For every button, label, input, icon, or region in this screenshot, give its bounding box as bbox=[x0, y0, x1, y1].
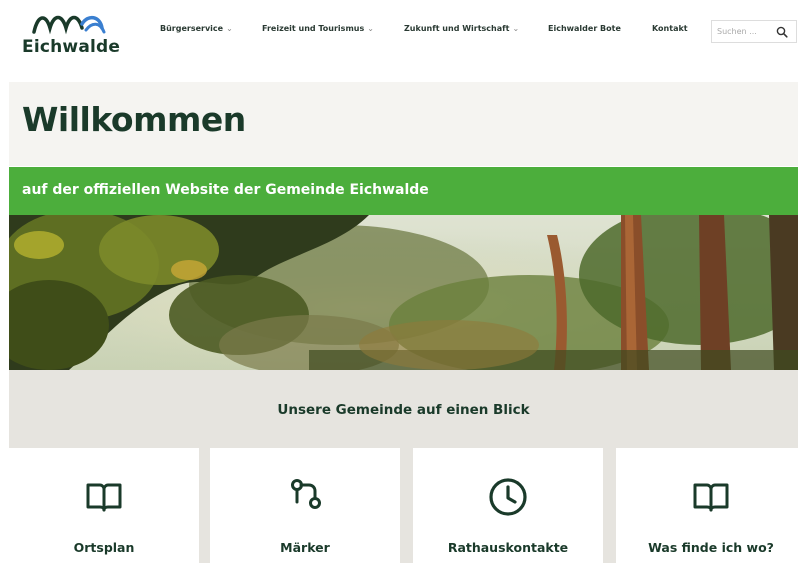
site-header: Eichwalde Bürgerservice ⌄ Freizeit und To… bbox=[0, 0, 798, 80]
card-rathauskontakte[interactable]: Rathauskontakte bbox=[413, 448, 603, 563]
card-ortsplan[interactable]: Ortsplan bbox=[9, 448, 199, 563]
search-icon[interactable] bbox=[776, 26, 788, 38]
nav-item-kontakt[interactable]: Kontakt bbox=[652, 24, 688, 33]
clock-icon bbox=[413, 476, 603, 516]
open-book-icon bbox=[616, 476, 798, 516]
search-input[interactable] bbox=[717, 24, 775, 39]
card-label: Märker bbox=[280, 540, 330, 555]
welcome-panel: Willkommen bbox=[9, 82, 798, 166]
nav-item-freizeit-tourismus[interactable]: Freizeit und Tourismus ⌄ bbox=[262, 24, 374, 33]
site-logo[interactable]: Eichwalde bbox=[18, 8, 128, 58]
nav-label: Eichwalder Bote bbox=[548, 24, 621, 33]
card-label: Was finde ich wo? bbox=[648, 540, 774, 555]
glance-section: Unsere Gemeinde auf einen Blick bbox=[9, 370, 798, 448]
route-pin-icon bbox=[210, 476, 400, 516]
logo-text: Eichwalde bbox=[22, 37, 121, 57]
open-book-icon bbox=[9, 476, 199, 516]
card-maerker[interactable]: Märker bbox=[210, 448, 400, 563]
search-box bbox=[711, 20, 797, 43]
nav-label: Kontakt bbox=[652, 24, 688, 33]
quicklinks-grid: Ortsplan Märker Rathauskontakte Was find… bbox=[9, 448, 798, 563]
chevron-down-icon: ⌄ bbox=[512, 24, 520, 33]
nav-item-buergerservice[interactable]: Bürgerservice ⌄ bbox=[160, 24, 233, 33]
chevron-down-icon: ⌄ bbox=[226, 24, 233, 33]
page-title: Willkommen bbox=[22, 100, 246, 139]
card-was-finde-ich-wo[interactable]: Was finde ich wo? bbox=[616, 448, 798, 563]
nav-item-zukunft-wirtschaft[interactable]: Zukunft und Wirtschaft ⌄ bbox=[404, 24, 519, 33]
hero-forest-image bbox=[9, 215, 798, 370]
forest-illustration bbox=[9, 215, 798, 370]
nav-item-eichwalder-bote[interactable]: Eichwalder Bote bbox=[548, 24, 621, 33]
chevron-down-icon: ⌄ bbox=[367, 24, 374, 33]
logo-wave-icon bbox=[32, 15, 106, 35]
card-label: Ortsplan bbox=[73, 540, 135, 555]
card-label: Rathauskontakte bbox=[447, 540, 569, 555]
subtitle-bar: auf der offiziellen Website der Gemeinde… bbox=[9, 167, 798, 215]
glance-heading: Unsere Gemeinde auf einen Blick bbox=[277, 402, 530, 418]
nav-label: Bürgerservice bbox=[160, 24, 224, 33]
nav-label: Freizeit und Tourismus bbox=[262, 24, 365, 33]
page-subtitle: auf der offiziellen Website der Gemeinde… bbox=[22, 182, 429, 198]
nav-label: Zukunft und Wirtschaft bbox=[404, 24, 510, 33]
